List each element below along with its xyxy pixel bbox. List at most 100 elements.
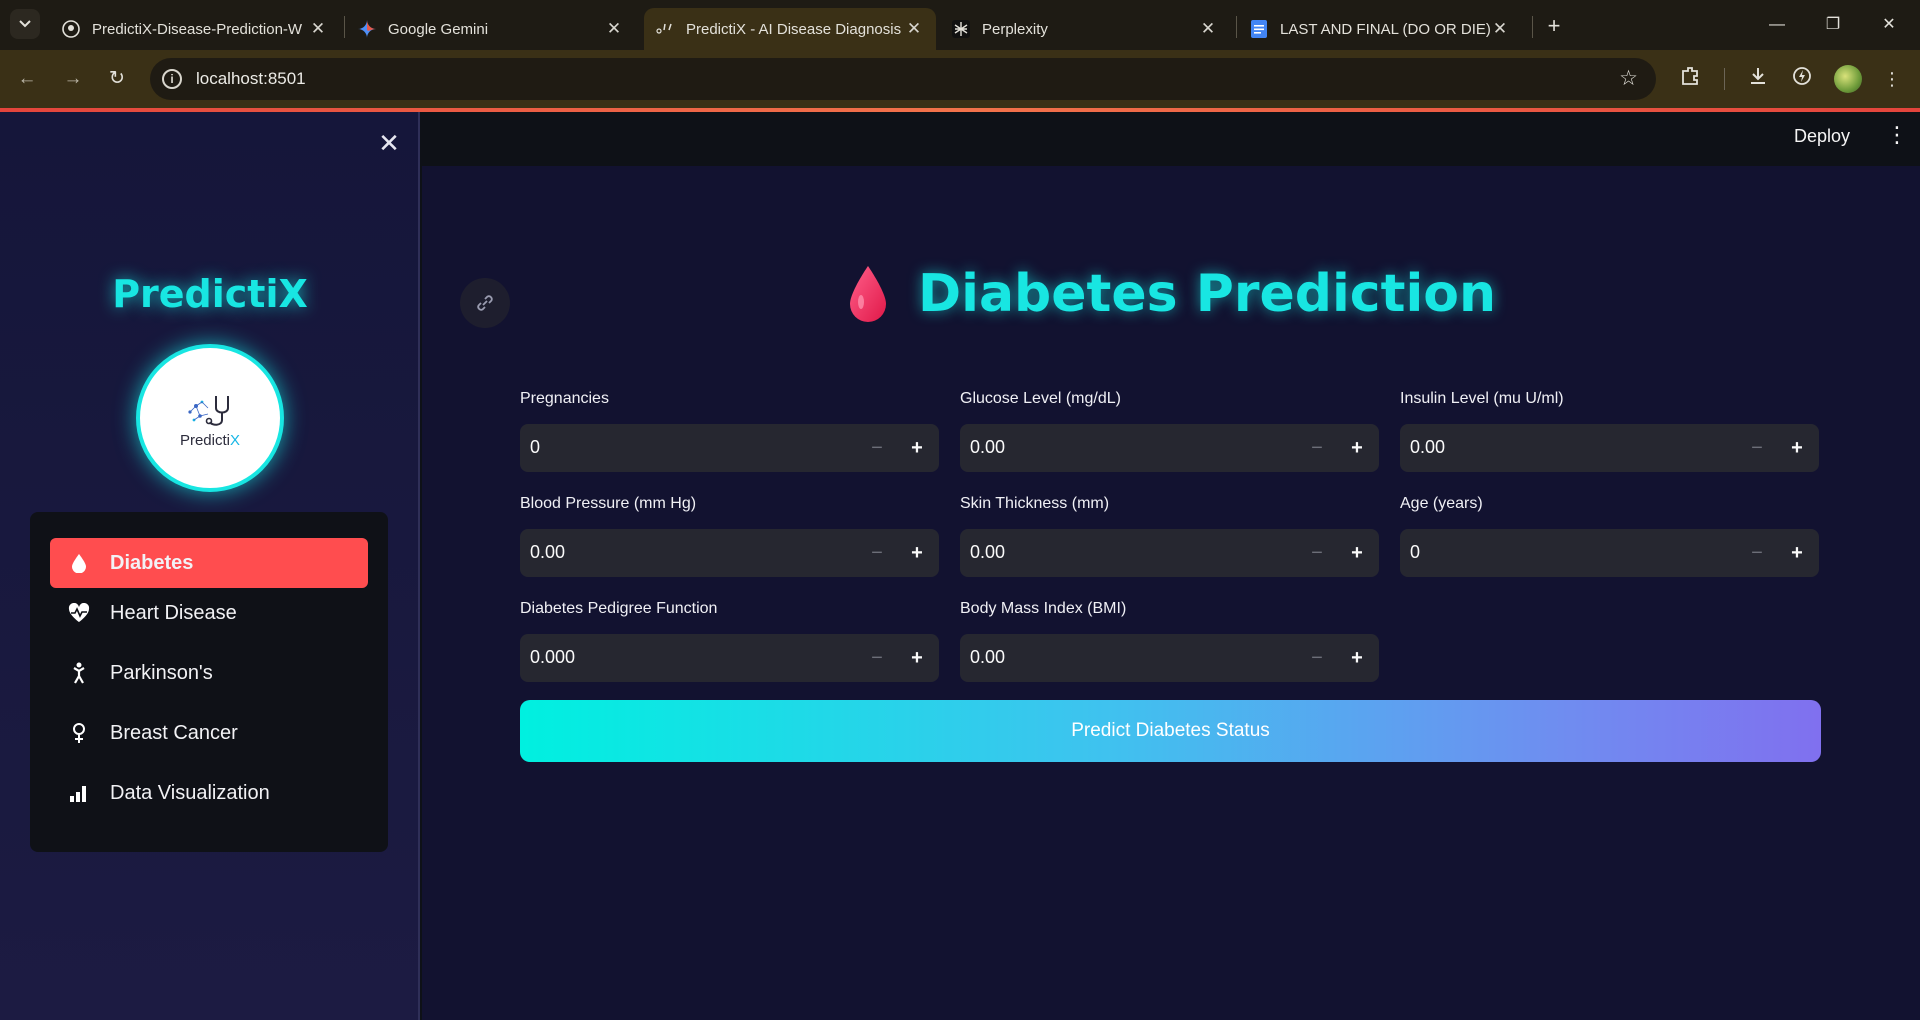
tab-search-button[interactable] bbox=[10, 9, 40, 39]
menu-item-label: Data Visualization bbox=[110, 781, 270, 804]
increment-icon[interactable]: + bbox=[1783, 539, 1811, 567]
skin-thickness-field: Skin Thickness (mm) 0.00 − + bbox=[960, 495, 1379, 577]
number-input[interactable]: 0.00 − + bbox=[960, 424, 1379, 472]
decrement-icon[interactable]: − bbox=[863, 539, 891, 567]
download-icon[interactable] bbox=[1744, 65, 1772, 93]
number-input[interactable]: 0 − + bbox=[1400, 529, 1819, 577]
close-tab-icon[interactable]: ✕ bbox=[308, 19, 328, 39]
minimize-icon[interactable]: — bbox=[1754, 10, 1800, 40]
app-menu-icon[interactable]: ⋮ bbox=[1886, 124, 1908, 146]
browser-tab-bar: PredictiX-Disease-Prediction-W ✕ Google … bbox=[0, 0, 1920, 50]
menu-item-breast-cancer[interactable]: Breast Cancer bbox=[50, 708, 368, 758]
female-symbol-icon bbox=[68, 722, 90, 744]
input-value[interactable]: 0.000 bbox=[530, 647, 575, 668]
close-tab-icon[interactable]: ✕ bbox=[604, 19, 624, 39]
number-input[interactable]: 0.00 − + bbox=[960, 529, 1379, 577]
profile-avatar[interactable] bbox=[1834, 65, 1862, 93]
field-label: Body Mass Index (BMI) bbox=[960, 600, 1127, 617]
browser-menu-icon[interactable]: ⋮ bbox=[1878, 65, 1906, 93]
increment-icon[interactable]: + bbox=[1343, 539, 1371, 567]
number-input[interactable]: 0.000 − + bbox=[520, 634, 939, 682]
brand-logo: PredictiX bbox=[136, 344, 284, 492]
extensions-icon[interactable] bbox=[1676, 65, 1704, 93]
bmi-field: Body Mass Index (BMI) 0.00 − + bbox=[960, 600, 1379, 682]
number-input[interactable]: 0.00 − + bbox=[1400, 424, 1819, 472]
site-info-icon[interactable]: i bbox=[162, 69, 182, 89]
input-value[interactable]: 0 bbox=[530, 437, 540, 458]
docs-icon bbox=[1250, 20, 1268, 38]
stethoscope-logo-icon bbox=[188, 396, 229, 426]
tab-title: Google Gemini bbox=[388, 20, 489, 38]
decrement-icon[interactable]: − bbox=[863, 434, 891, 462]
increment-icon[interactable]: + bbox=[1343, 644, 1371, 672]
tab-title: PredictiX-Disease-Prediction-W bbox=[92, 20, 303, 38]
deploy-button[interactable]: Deploy bbox=[1794, 126, 1850, 147]
number-input[interactable]: 0.00 − + bbox=[960, 634, 1379, 682]
toolbar-separator bbox=[1724, 68, 1725, 90]
gemini-icon bbox=[358, 20, 376, 38]
forward-arrow-icon[interactable]: → bbox=[58, 64, 88, 94]
field-label: Skin Thickness (mm) bbox=[960, 495, 1110, 512]
menu-item-parkinsons[interactable]: Parkinson's bbox=[50, 648, 368, 698]
blood-pressure-field: Blood Pressure (mm Hg) 0.00 − + bbox=[520, 495, 939, 577]
decrement-icon[interactable]: − bbox=[863, 644, 891, 672]
input-value[interactable]: 0.00 bbox=[1410, 437, 1445, 458]
decrement-icon[interactable]: − bbox=[1743, 539, 1771, 567]
tab-title: Perplexity bbox=[982, 20, 1048, 38]
menu-item-data-visualization[interactable]: Data Visualization bbox=[50, 768, 368, 818]
bookmark-star-icon[interactable]: ☆ bbox=[1619, 66, 1638, 91]
input-value[interactable]: 0.00 bbox=[970, 437, 1005, 458]
tab-separator bbox=[1532, 16, 1533, 38]
sidebar: ✕ PredictiX PredictiX Diabetes Heart Dis… bbox=[0, 112, 420, 1020]
field-label: Glucose Level (mg/dL) bbox=[960, 390, 1121, 407]
increment-icon[interactable]: + bbox=[1783, 434, 1811, 462]
performance-icon[interactable] bbox=[1788, 65, 1816, 93]
heart-pulse-icon bbox=[68, 602, 90, 624]
decrement-icon[interactable]: − bbox=[1743, 434, 1771, 462]
field-label: Insulin Level (mu U/ml) bbox=[1400, 390, 1564, 407]
new-tab-icon[interactable]: + bbox=[1540, 12, 1568, 40]
brand-title: PredictiX bbox=[112, 272, 308, 316]
predict-button[interactable]: Predict Diabetes Status bbox=[520, 700, 1821, 762]
bar-chart-icon bbox=[68, 782, 90, 804]
input-value[interactable]: 0.00 bbox=[530, 542, 565, 563]
close-sidebar-icon[interactable]: ✕ bbox=[374, 128, 404, 158]
browser-tab-predictix[interactable]: PredictiX - AI Disease Diagnosis ✕ bbox=[644, 8, 936, 50]
close-tab-icon[interactable]: ✕ bbox=[904, 19, 924, 39]
logo-wordmark: PredictiX bbox=[179, 432, 241, 449]
browser-tab-gemini[interactable]: Google Gemini ✕ bbox=[346, 8, 636, 50]
age-field: Age (years) 0 − + bbox=[1400, 495, 1819, 577]
menu-item-heart-disease[interactable]: Heart Disease bbox=[50, 588, 368, 638]
reload-icon[interactable]: ↻ bbox=[102, 64, 132, 94]
increment-icon[interactable]: + bbox=[1343, 434, 1371, 462]
restore-icon[interactable]: ❐ bbox=[1810, 10, 1856, 40]
tab-separator bbox=[344, 16, 345, 38]
decrement-icon[interactable]: − bbox=[1303, 434, 1331, 462]
close-tab-icon[interactable]: ✕ bbox=[1490, 19, 1510, 39]
number-input[interactable]: 0.00 − + bbox=[520, 529, 939, 577]
input-value[interactable]: 0.00 bbox=[970, 542, 1005, 563]
window-close-icon[interactable]: ✕ bbox=[1866, 10, 1912, 40]
chevron-down-icon bbox=[19, 20, 31, 28]
decrement-icon[interactable]: − bbox=[1303, 644, 1331, 672]
back-arrow-icon[interactable]: ← bbox=[12, 64, 42, 94]
decrement-icon[interactable]: − bbox=[1303, 539, 1331, 567]
increment-icon[interactable]: + bbox=[903, 539, 931, 567]
increment-icon[interactable]: + bbox=[903, 644, 931, 672]
url-text[interactable]: localhost:8501 bbox=[196, 69, 306, 89]
glucose-field: Glucose Level (mg/dL) 0.00 − + bbox=[960, 390, 1379, 472]
loading-icon bbox=[656, 20, 674, 38]
input-value[interactable]: 0 bbox=[1410, 542, 1420, 563]
field-label: Pregnancies bbox=[520, 390, 609, 407]
increment-icon[interactable]: + bbox=[903, 434, 931, 462]
input-value[interactable]: 0.00 bbox=[970, 647, 1005, 668]
tab-title: LAST AND FINAL (DO OR DIE) - bbox=[1280, 20, 1490, 38]
number-input[interactable]: 0 − + bbox=[520, 424, 939, 472]
menu-item-diabetes[interactable]: Diabetes bbox=[50, 538, 368, 588]
browser-tab-docs[interactable]: LAST AND FINAL (DO OR DIE) - ✕ bbox=[1238, 8, 1522, 50]
menu-item-label: Diabetes bbox=[110, 551, 194, 574]
browser-tab-perplexity[interactable]: Perplexity ✕ bbox=[940, 8, 1230, 50]
address-bar[interactable]: i localhost:8501 ☆ bbox=[150, 58, 1656, 100]
close-tab-icon[interactable]: ✕ bbox=[1198, 19, 1218, 39]
browser-tab-github[interactable]: PredictiX-Disease-Prediction-W ✕ bbox=[50, 8, 340, 50]
